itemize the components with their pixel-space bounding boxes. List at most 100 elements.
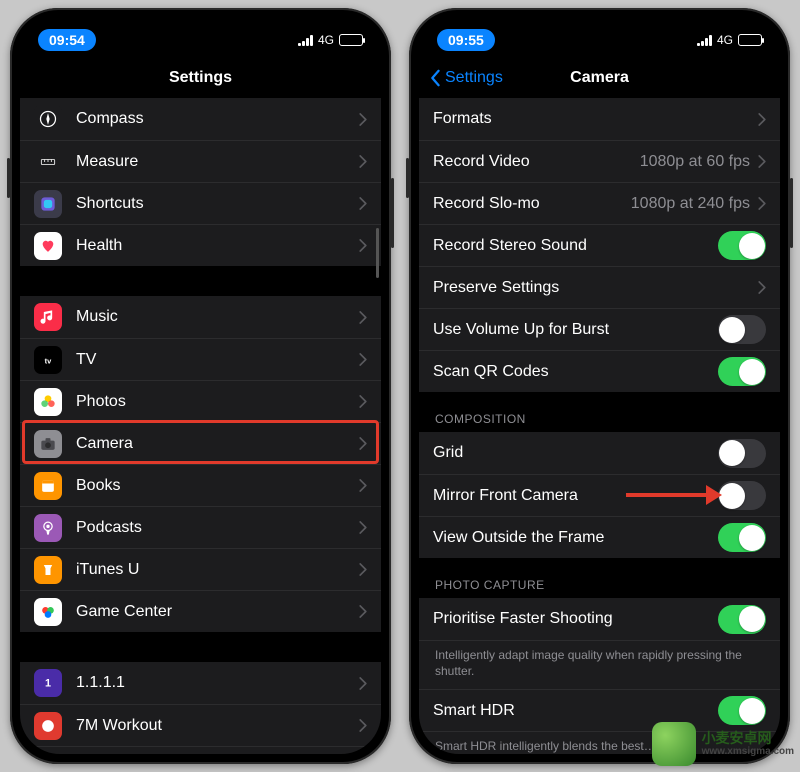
chevron-right-icon [359,197,367,210]
chevron-right-icon [359,605,367,618]
chevron-right-icon [359,311,367,324]
app3-icon [34,754,62,755]
row-label: Photos [76,393,359,411]
settings-row-podcasts[interactable]: Podcasts [20,506,381,548]
shortcut-icon [34,190,62,218]
row-label: Podcasts [76,519,359,537]
compass-icon [34,105,62,133]
settings-row-grid[interactable]: Grid [419,432,780,474]
battery-icon [738,34,762,46]
ruler-icon [34,148,62,176]
chevron-right-icon [758,113,766,126]
settings-row-books[interactable]: Books [20,464,381,506]
watermark: 小麦安卓网 www.xmsigma.com [652,722,794,766]
settings-row-view-outside-the-frame[interactable]: View Outside the Frame [419,516,780,558]
settings-row-record-video[interactable]: Record Video1080p at 60 fps [419,140,780,182]
toggle-switch[interactable] [718,315,766,344]
toggle-switch[interactable] [718,439,766,468]
settings-row-itunes-u[interactable]: iTunes U [20,548,381,590]
chevron-right-icon [359,677,367,690]
row-detail: 1080p at 60 fps [640,153,750,171]
svg-text:tv: tv [45,356,52,365]
settings-row-record-slo-mo[interactable]: Record Slo-mo1080p at 240 fps [419,182,780,224]
settings-row-1-1-1-1[interactable]: 1 1.1.1.1 [20,662,381,704]
notch [116,18,286,46]
row-detail: 1080p at 240 fps [631,195,750,213]
chevron-right-icon [359,113,367,126]
chevron-right-icon [359,479,367,492]
settings-row-7m-workout[interactable]: 7M Workout [20,704,381,746]
gc-icon [34,598,62,626]
row-label: 1.1.1.1 [76,674,359,692]
podcast-icon [34,514,62,542]
network-label: 4G [318,33,334,47]
chevron-right-icon [359,719,367,732]
row-label: Smart HDR [433,702,718,720]
nav-bar: Settings Camera [419,58,780,98]
chevron-right-icon [758,197,766,210]
scrollbar[interactable] [376,228,379,278]
photos-icon [34,388,62,416]
chevron-right-icon [359,353,367,366]
row-label: Formats [433,110,758,128]
settings-row-record-stereo-sound[interactable]: Record Stereo Sound [419,224,780,266]
row-label: Prioritise Faster Shooting [433,610,718,628]
battery-icon [339,34,363,46]
page-title: Settings [169,69,232,87]
watermark-title: 小麦安卓网 [702,731,794,746]
row-label: Scan QR Codes [433,363,718,381]
settings-row-health[interactable]: Health [20,224,381,266]
chevron-left-icon [429,69,441,87]
books-icon [34,472,62,500]
section-header-photo-capture: Photo Capture [419,558,780,598]
toggle-switch[interactable] [718,605,766,634]
signal-icon [697,35,712,46]
chevron-right-icon [359,521,367,534]
toggle-switch[interactable] [718,231,766,260]
row-label: Game Center [76,603,359,621]
row-label: Use Volume Up for Burst [433,321,718,339]
settings-row-formats[interactable]: Formats [419,98,780,140]
clock-pill: 09:54 [38,29,96,51]
settings-row-game-center[interactable]: Game Center [20,590,381,632]
row-label: View Outside the Frame [433,529,718,547]
row-label: Compass [76,110,359,128]
row-label: Measure [76,153,359,171]
row-label: Books [76,477,359,495]
toggle-switch[interactable] [718,357,766,386]
settings-row-photos[interactable]: Photos [20,380,381,422]
camera-icon [34,430,62,458]
signal-icon [298,35,313,46]
chevron-right-icon [359,437,367,450]
settings-row-shortcuts[interactable]: Shortcuts [20,182,381,224]
settings-row-use-volume-up-for-burst[interactable]: Use Volume Up for Burst [419,308,780,350]
toggle-switch[interactable] [718,523,766,552]
chevron-right-icon [359,563,367,576]
nav-bar: Settings [20,58,381,98]
row-label: Mirror Front Camera [433,487,718,505]
row-label: Camera [76,435,359,453]
settings-row-tv[interactable]: tvTV [20,338,381,380]
settings-row-measure[interactable]: Measure [20,140,381,182]
svg-text:1: 1 [45,677,51,689]
row-label: Record Stereo Sound [433,237,718,255]
watermark-url: www.xmsigma.com [702,746,794,757]
settings-row-activitytracker[interactable]: ActivityTracker [20,746,381,754]
settings-row-scan-qr-codes[interactable]: Scan QR Codes [419,350,780,392]
itunesu-icon [34,556,62,584]
settings-row-compass[interactable]: Compass [20,98,381,140]
chevron-right-icon [359,239,367,252]
heart-icon [34,232,62,260]
toggle-switch[interactable] [718,481,766,510]
row-label: Record Slo-mo [433,195,631,213]
network-label: 4G [717,33,733,47]
row-description: Intelligently adapt image quality when r… [419,640,780,689]
back-button[interactable]: Settings [429,69,503,87]
settings-row-mirror-front-camera[interactable]: Mirror Front Camera [419,474,780,516]
settings-row-preserve-settings[interactable]: Preserve Settings [419,266,780,308]
settings-row-camera[interactable]: Camera [20,422,381,464]
settings-row-music[interactable]: Music [20,296,381,338]
clock-pill: 09:55 [437,29,495,51]
row-label: Record Video [433,153,640,171]
settings-row-prioritise-faster-shooting[interactable]: Prioritise Faster Shooting [419,598,780,640]
